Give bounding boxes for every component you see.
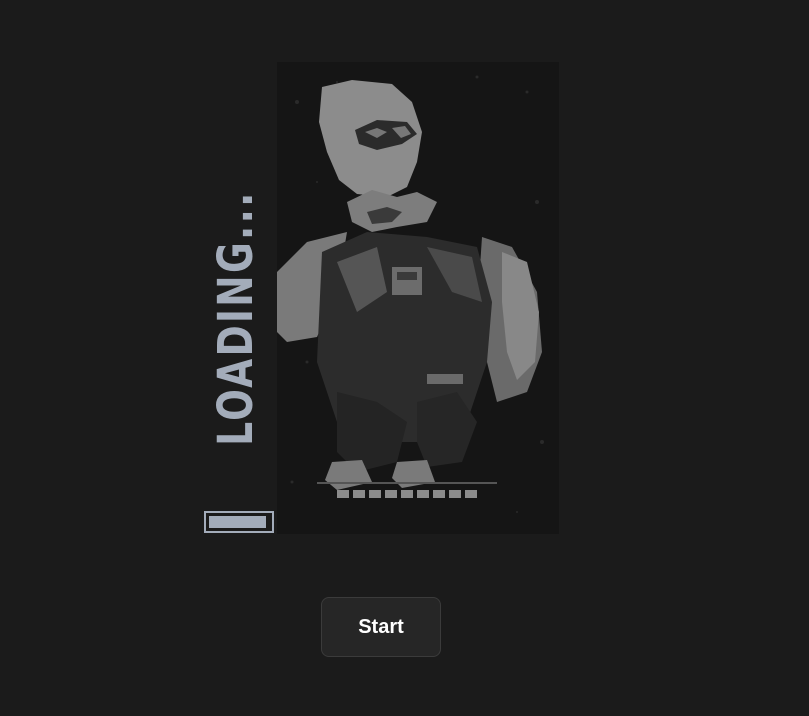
loading-indicator: LOADING... bbox=[200, 160, 274, 470]
start-button[interactable]: Start bbox=[321, 597, 441, 657]
poster-image bbox=[277, 62, 559, 534]
progress-bar bbox=[204, 511, 274, 533]
hooded-figure-illustration bbox=[277, 75, 544, 513]
progress-fill bbox=[209, 516, 266, 528]
loading-screen: LOADING... Start bbox=[0, 0, 809, 716]
loading-text: LOADING... bbox=[208, 190, 264, 446]
